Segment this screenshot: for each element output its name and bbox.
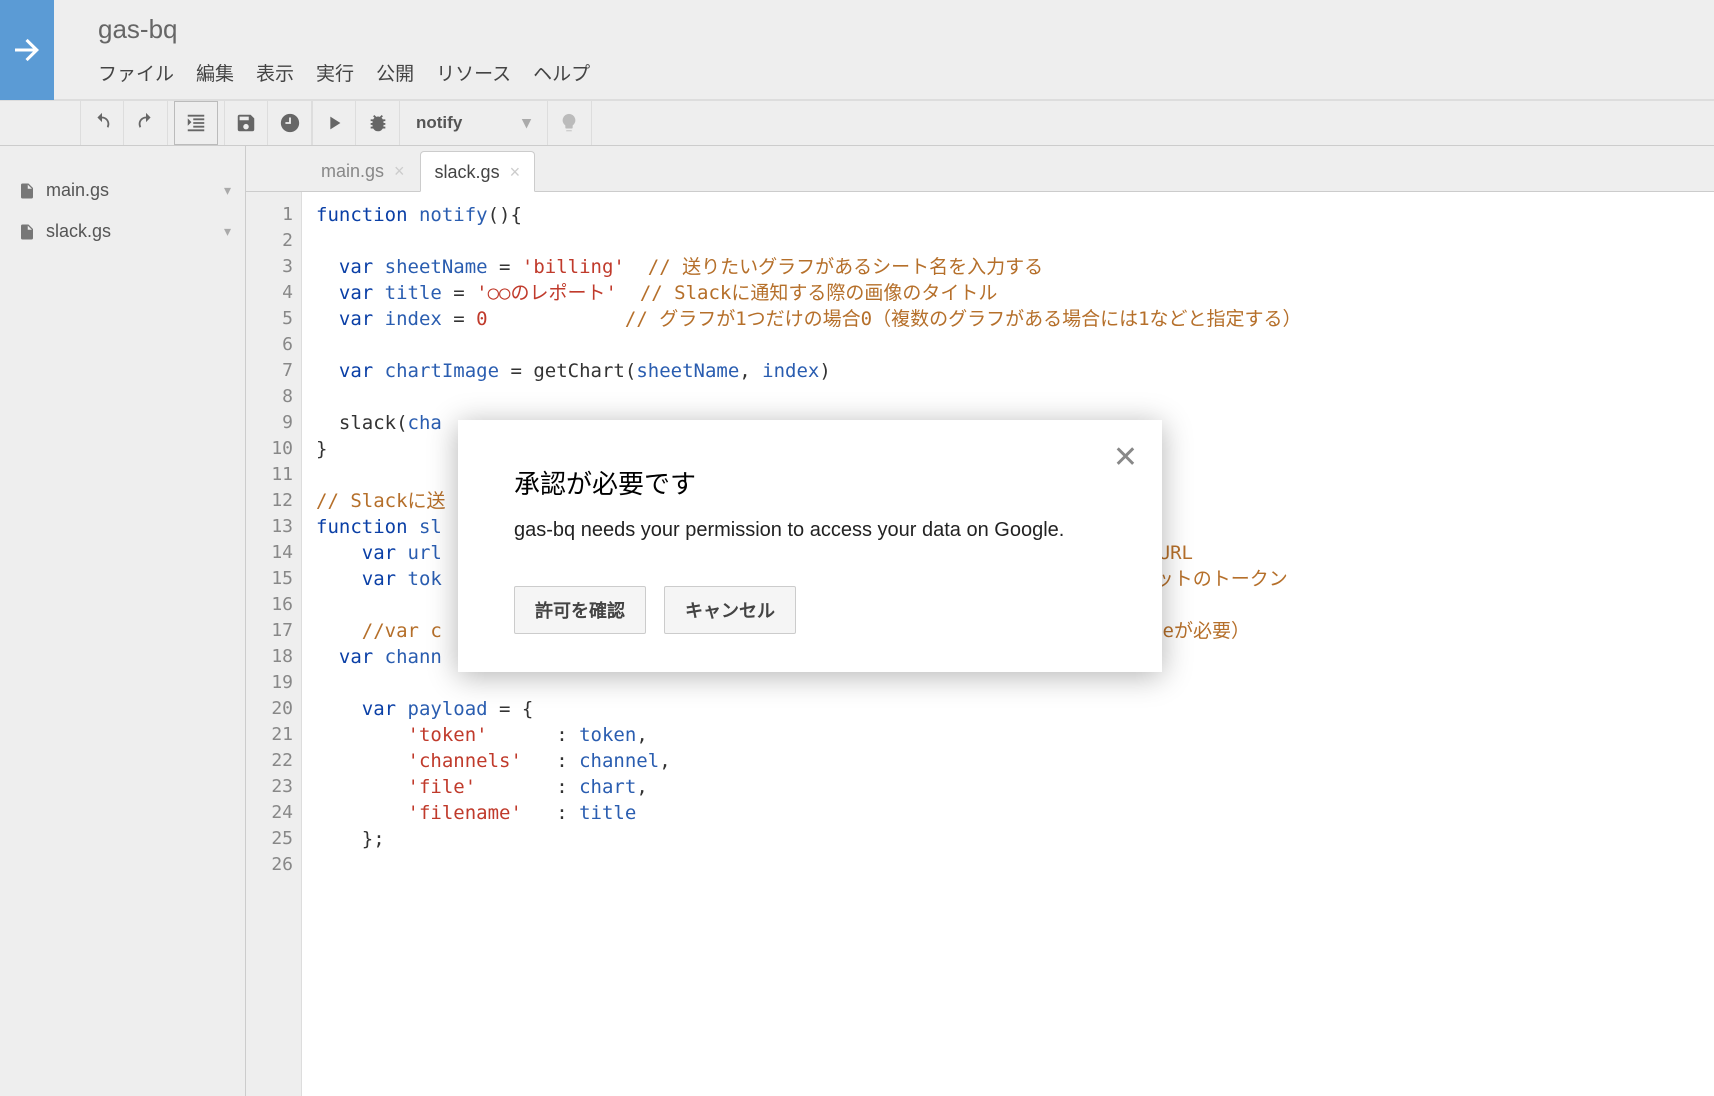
sidebar-file-slack[interactable]: slack.gs ▾ — [0, 211, 245, 252]
light-button[interactable] — [548, 101, 592, 145]
clock-icon — [279, 112, 301, 134]
file-sidebar: main.gs ▾ slack.gs ▾ — [0, 146, 246, 1096]
dialog-body: gas-bq needs your permission to access y… — [514, 519, 1106, 542]
arrow-right-icon — [9, 32, 45, 68]
sidebar-file-label: main.gs — [46, 180, 109, 201]
menu-resource[interactable]: リソース — [436, 59, 511, 86]
project-title[interactable]: gas-bq — [98, 14, 590, 45]
tab-slack[interactable]: slack.gs × — [420, 151, 536, 192]
file-icon — [18, 223, 36, 241]
save-icon — [235, 112, 257, 134]
auth-dialog: ✕ 承認が必要です gas-bq needs your permission t… — [458, 420, 1162, 672]
function-select[interactable]: notify ▾ — [400, 101, 548, 145]
tab-bar: main.gs × slack.gs × — [246, 146, 1714, 192]
menu-view[interactable]: 表示 — [256, 59, 294, 86]
undo-icon — [91, 112, 113, 134]
tab-label: main.gs — [321, 161, 384, 182]
play-icon — [323, 112, 345, 134]
title-menu: gas-bq ファイル 編集 表示 実行 公開 リソース ヘルプ — [54, 0, 618, 86]
function-select-label: notify — [416, 113, 462, 133]
history-button[interactable] — [268, 101, 312, 145]
undo-button[interactable] — [80, 101, 124, 145]
lightbulb-icon — [558, 112, 580, 134]
toolbar: notify ▾ — [0, 100, 1714, 146]
cancel-button[interactable]: キャンセル — [664, 586, 796, 634]
chevron-down-icon: ▾ — [224, 182, 231, 199]
confirm-button[interactable]: 許可を確認 — [514, 586, 646, 634]
indent-icon — [185, 112, 207, 134]
tab-main[interactable]: main.gs × — [306, 150, 420, 191]
back-button[interactable] — [0, 0, 54, 100]
menu-run[interactable]: 実行 — [316, 59, 354, 86]
redo-button[interactable] — [124, 101, 168, 145]
chevron-down-icon: ▾ — [522, 113, 531, 133]
dialog-close-button[interactable]: ✕ — [1113, 440, 1138, 475]
bug-icon — [367, 112, 389, 134]
redo-icon — [135, 112, 157, 134]
sidebar-file-main[interactable]: main.gs ▾ — [0, 170, 245, 211]
file-icon — [18, 182, 36, 200]
save-button[interactable] — [224, 101, 268, 145]
chevron-down-icon: ▾ — [224, 223, 231, 240]
menu-bar: ファイル 編集 表示 実行 公開 リソース ヘルプ — [98, 59, 590, 86]
header-bar: gas-bq ファイル 編集 表示 実行 公開 リソース ヘルプ — [0, 0, 1714, 100]
debug-button[interactable] — [356, 101, 400, 145]
close-icon[interactable]: × — [394, 161, 405, 182]
dialog-title: 承認が必要です — [514, 464, 1106, 501]
menu-edit[interactable]: 編集 — [196, 59, 234, 86]
close-icon[interactable]: × — [510, 162, 521, 183]
menu-help[interactable]: ヘルプ — [533, 59, 590, 86]
line-gutter: 1234567891011121314151617181920212223242… — [246, 192, 302, 1096]
run-button[interactable] — [312, 101, 356, 145]
sidebar-file-label: slack.gs — [46, 221, 111, 242]
menu-file[interactable]: ファイル — [98, 59, 174, 86]
close-icon: ✕ — [1113, 441, 1138, 474]
dialog-actions: 許可を確認 キャンセル — [514, 586, 1106, 634]
tab-label: slack.gs — [435, 162, 500, 183]
indent-button[interactable] — [174, 101, 218, 145]
menu-publish[interactable]: 公開 — [376, 59, 414, 86]
